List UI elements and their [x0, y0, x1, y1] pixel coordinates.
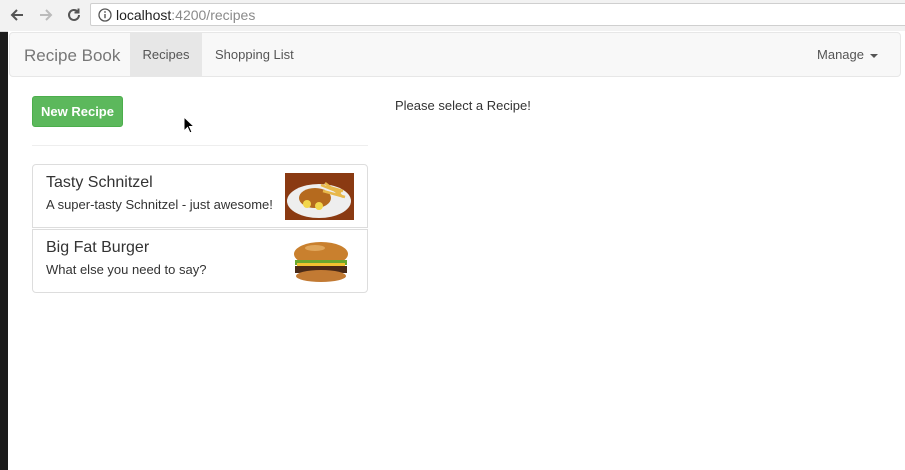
page-content: Recipe Book Recipes Shopping List Manage… — [8, 31, 905, 470]
burger-image — [294, 242, 348, 282]
recipe-description: A super-tasty Schnitzel - just awesome! — [46, 197, 273, 212]
nav-link-shopping-list[interactable]: Shopping List — [215, 33, 294, 76]
manage-dropdown[interactable]: Manage — [817, 33, 878, 76]
manage-label: Manage — [817, 47, 864, 62]
select-recipe-message: Please select a Recipe! — [395, 98, 531, 113]
nav-link-recipes[interactable]: Recipes — [130, 33, 202, 76]
reload-icon[interactable] — [64, 5, 84, 25]
navbar-brand[interactable]: Recipe Book — [24, 46, 120, 66]
url-host: localhost — [116, 7, 172, 23]
browser-toolbar: localhost:4200/recipes — [0, 0, 905, 32]
caret-down-icon — [870, 53, 878, 58]
schnitzel-image — [285, 173, 354, 220]
recipe-description: What else you need to say? — [46, 262, 207, 277]
divider — [32, 145, 368, 146]
recipe-item[interactable]: Tasty Schnitzel A super-tasty Schnitzel … — [32, 164, 368, 228]
back-arrow-icon[interactable] — [7, 5, 27, 25]
url-text: localhost:4200/recipes — [116, 7, 255, 23]
navbar: Recipe Book Recipes Shopping List Manage — [9, 32, 901, 77]
recipe-item[interactable]: Big Fat Burger What else you need to say… — [32, 229, 368, 293]
forward-arrow-icon[interactable] — [36, 5, 56, 25]
url-path: :4200/recipes — [171, 7, 256, 23]
new-recipe-button[interactable]: New Recipe — [32, 96, 123, 127]
info-icon[interactable] — [98, 8, 112, 27]
recipe-name: Big Fat Burger — [46, 239, 150, 256]
recipe-list: Tasty Schnitzel A super-tasty Schnitzel … — [32, 164, 368, 293]
recipe-name: Tasty Schnitzel — [46, 174, 153, 191]
address-bar[interactable]: localhost:4200/recipes — [90, 3, 905, 26]
mouse-cursor-icon — [183, 116, 195, 134]
